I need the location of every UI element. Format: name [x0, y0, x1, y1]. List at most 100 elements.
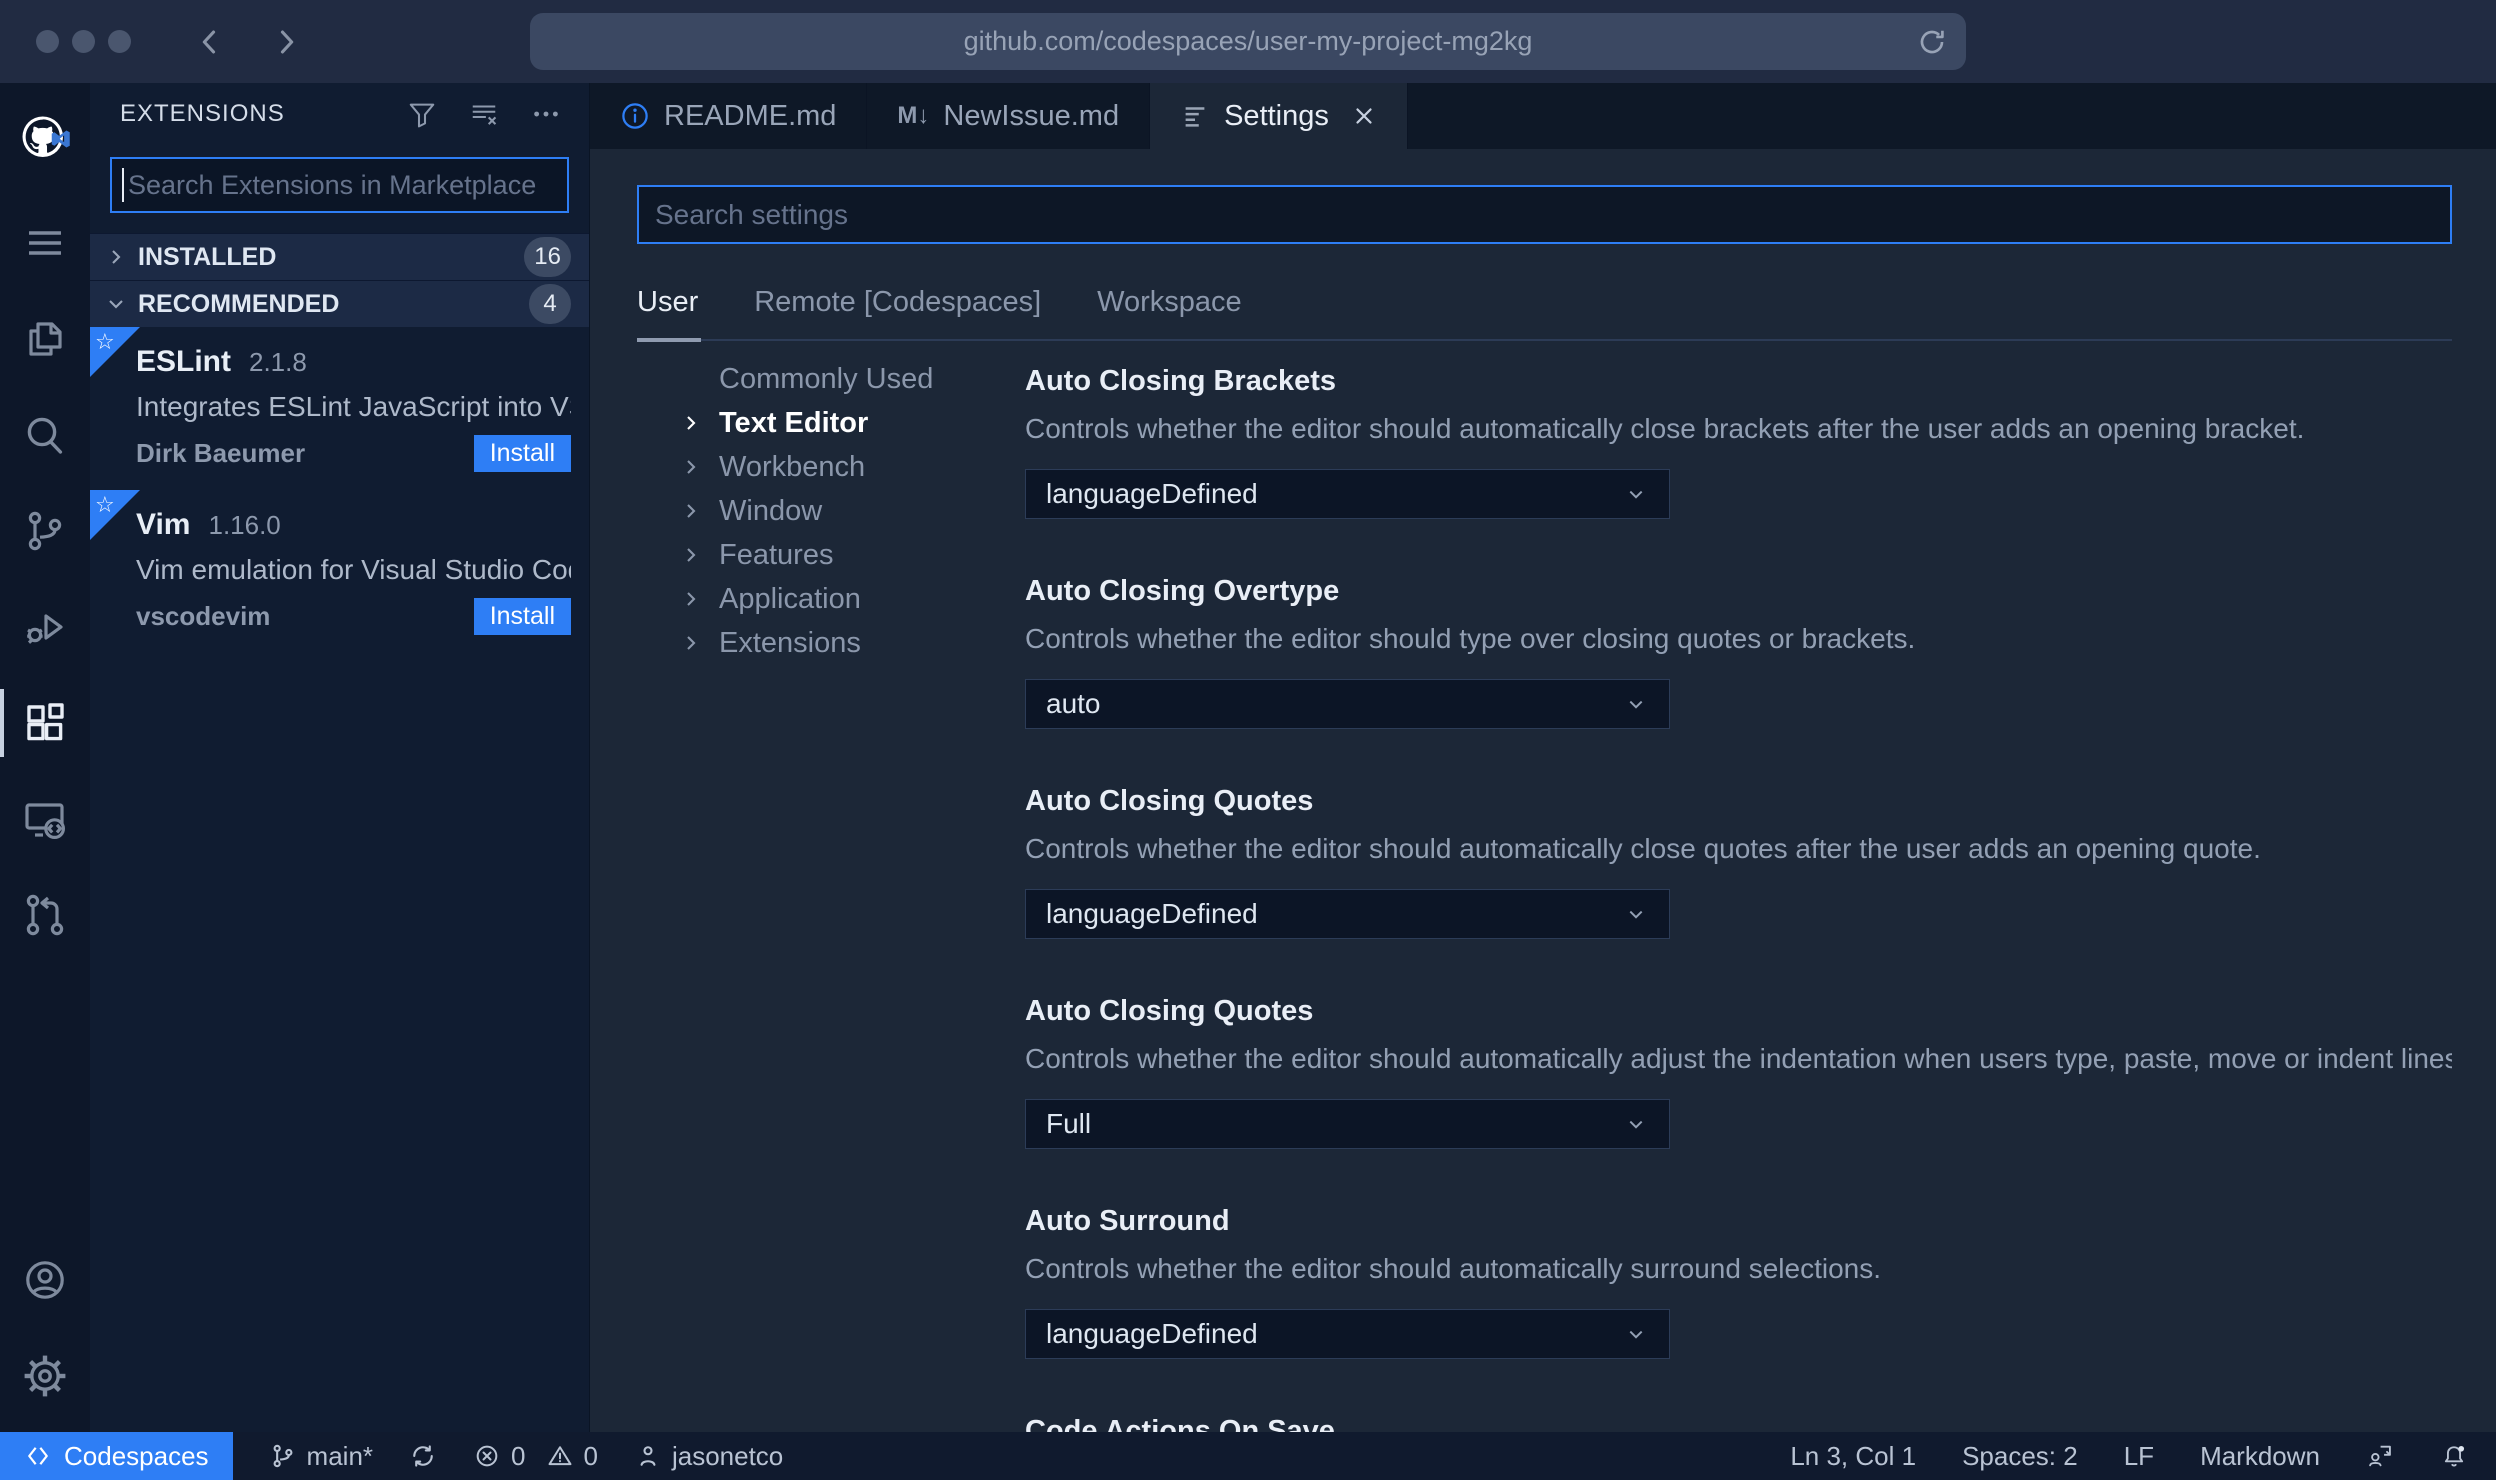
toc-item-text-editor[interactable]: Text Editor [637, 401, 1025, 445]
remote-explorer-icon[interactable] [0, 771, 90, 867]
extensions-icon[interactable] [0, 675, 90, 771]
section-recommended[interactable]: RECOMMENDED 4 [90, 280, 589, 327]
setting-entry: Auto Closing Quotes Controls whether the… [1025, 993, 2452, 1149]
scope-tab-user[interactable]: User [637, 286, 698, 319]
info-icon [622, 103, 648, 129]
menu-icon[interactable] [0, 195, 90, 291]
cursor-position[interactable]: Ln 3, Col 1 [1790, 1441, 1916, 1472]
chevron-down-icon [1629, 910, 1643, 919]
count-badge: 4 [529, 284, 571, 324]
chevron-right-icon [687, 592, 696, 606]
install-button[interactable]: Install [473, 598, 571, 635]
reload-icon[interactable] [1916, 26, 1948, 58]
setting-dropdown[interactable]: languageDefined [1025, 889, 1670, 939]
tab-label: Settings [1224, 99, 1329, 132]
source-control-icon[interactable] [0, 483, 90, 579]
chevron-right-icon [687, 504, 696, 518]
feedback-icon[interactable] [2366, 1442, 2394, 1470]
remote-icon [28, 1447, 48, 1465]
browser-forward-button[interactable] [269, 25, 303, 59]
setting-dropdown[interactable]: Full [1025, 1099, 1670, 1149]
clear-list-icon[interactable] [469, 99, 499, 129]
scope-tab-remote[interactable]: Remote [Codespaces] [754, 286, 1041, 319]
gear-icon[interactable] [0, 1328, 90, 1424]
chevron-down-icon [109, 300, 123, 309]
window-close-button[interactable] [36, 30, 59, 53]
problems-indicator[interactable]: 0 0 [473, 1441, 598, 1472]
explorer-icon[interactable] [0, 291, 90, 387]
sync-button[interactable] [409, 1442, 437, 1470]
chevron-down-icon [1629, 490, 1643, 499]
run-debug-icon[interactable] [0, 579, 90, 675]
chevron-right-icon [687, 416, 696, 430]
setting-title: Code Actions On Save [1025, 1415, 1335, 1432]
indentation-indicator[interactable]: Spaces: 2 [1962, 1441, 2078, 1472]
window-minimize-button[interactable] [72, 30, 95, 53]
vscode-workbench: EXTENSIONS INSTALLED 16 RECOMMENDED 4 ☆ [0, 83, 2496, 1432]
toc-item-extensions[interactable]: Extensions [637, 621, 1025, 665]
toc-item-window[interactable]: Window [637, 489, 1025, 533]
settings-search-box [637, 185, 2452, 244]
tab-settings[interactable]: Settings [1150, 83, 1408, 149]
settings-editor: User Remote [Codespaces] Workspace Commo… [590, 149, 2496, 1432]
extension-name: Vim [136, 508, 191, 541]
window-controls [36, 30, 131, 53]
setting-entry: Auto Closing Overtype Controls whether t… [1025, 573, 2452, 729]
extension-author: Dirk Baeumer [136, 438, 306, 468]
account-icon[interactable] [0, 1232, 90, 1328]
toc-item-features[interactable]: Features [637, 533, 1025, 577]
markdown-icon: M↓ [897, 102, 930, 129]
dropdown-value: languageDefined [1046, 898, 1258, 929]
count-badge: 16 [524, 237, 571, 277]
dropdown-value: languageDefined [1046, 478, 1258, 509]
filter-icon[interactable] [407, 99, 437, 129]
language-mode[interactable]: Markdown [2200, 1441, 2320, 1472]
extension-version: 2.1.8 [249, 347, 307, 377]
toc-item-commonly-used[interactable]: Commonly Used [637, 357, 1025, 401]
setting-description: Controls whether the editor should autom… [1025, 1253, 1882, 1284]
setting-title: Auto Closing Brackets [1025, 365, 1336, 397]
section-installed[interactable]: INSTALLED 16 [90, 233, 589, 280]
install-button[interactable]: Install [473, 435, 571, 472]
scope-tab-workspace[interactable]: Workspace [1097, 286, 1242, 319]
tab-newissue[interactable]: M↓ NewIssue.md [867, 83, 1151, 149]
status-bar: Codespaces main* 0 0 jasonetco Ln 3, Col… [0, 1432, 2496, 1480]
extension-list-item[interactable]: ☆ Vim 1.16.0 Vim emulation for Visual St… [90, 490, 589, 653]
search-icon[interactable] [0, 387, 90, 483]
setting-dropdown[interactable]: auto [1025, 679, 1670, 729]
tab-label: README.md [664, 99, 837, 132]
setting-dropdown[interactable]: languageDefined [1025, 1309, 1670, 1359]
codespaces-remote-button[interactable]: Codespaces [0, 1432, 233, 1480]
chevron-down-icon [1629, 1330, 1643, 1339]
branch-indicator[interactable]: main* [269, 1441, 373, 1472]
scope-underline [637, 338, 2452, 342]
section-label: RECOMMENDED [138, 289, 340, 318]
toc-item-application[interactable]: Application [637, 577, 1025, 621]
error-count: 0 [511, 1440, 526, 1471]
notifications-bell-icon[interactable] [2440, 1442, 2468, 1470]
setting-title: Auto Surround [1025, 1205, 1230, 1237]
setting-entry: Code Actions On Save [1025, 1413, 2452, 1432]
eol-indicator[interactable]: LF [2124, 1441, 2154, 1472]
setting-dropdown[interactable]: languageDefined [1025, 469, 1670, 519]
more-actions-icon[interactable] [531, 99, 561, 129]
window-maximize-button[interactable] [108, 30, 131, 53]
sync-icon [413, 1445, 433, 1467]
settings-list-icon [1185, 107, 1205, 127]
active-scope-marker [637, 338, 701, 342]
settings-search-input[interactable] [639, 187, 2450, 242]
person-icon [640, 1446, 656, 1466]
extensions-search-input[interactable] [112, 159, 567, 211]
setting-description: Controls whether the editor should autom… [1025, 833, 2261, 864]
dropdown-value: Full [1046, 1108, 1092, 1139]
toc-item-workbench[interactable]: Workbench [637, 445, 1025, 489]
browser-back-button[interactable] [193, 25, 227, 59]
pull-requests-icon[interactable] [0, 867, 90, 963]
extension-list-item[interactable]: ☆ ESLint 2.1.8 Integrates ESLint JavaScr… [90, 327, 589, 490]
user-indicator[interactable]: jasonetco [634, 1441, 783, 1472]
chevron-down-icon [1629, 700, 1643, 709]
close-icon[interactable] [1351, 103, 1377, 129]
section-label: INSTALLED [138, 242, 277, 271]
address-bar[interactable]: github.com/codespaces/user-my-project-mg… [530, 13, 1966, 70]
tab-readme[interactable]: README.md [590, 83, 868, 149]
